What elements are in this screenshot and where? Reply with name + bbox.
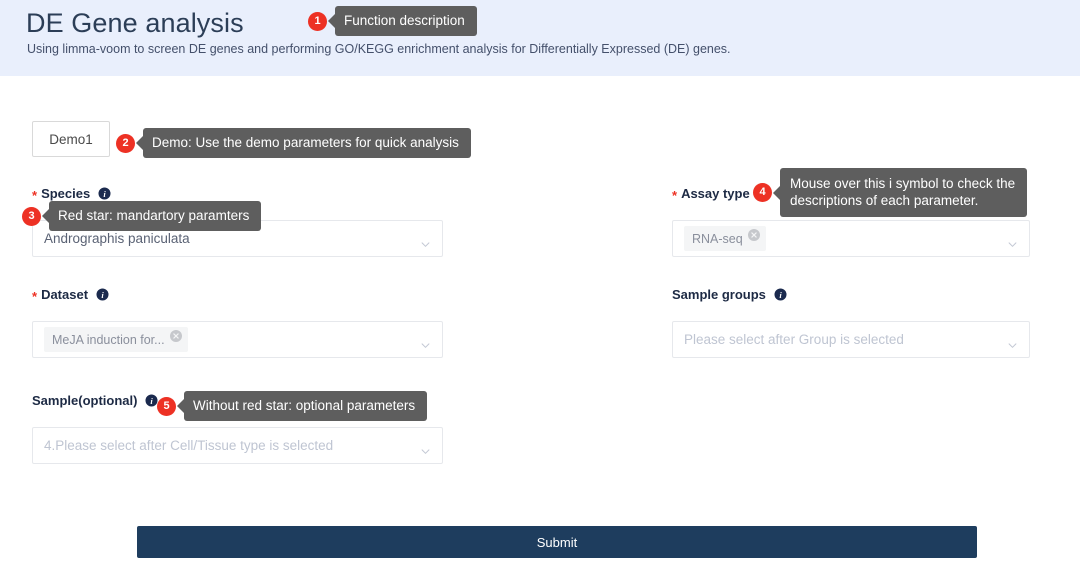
field-label-dataset-text: Dataset [41,286,89,302]
callout-badge-2: 2 [116,133,135,153]
sample-select[interactable]: 4.Please select after Cell/Tissue type i… [32,427,443,464]
field-label-species: * Species i [32,184,443,202]
field-label-assay-type-text: Assay type [681,185,750,201]
required-star-icon: * [32,187,38,203]
callout-tooltip-4: Mouse over this i symbol to check the de… [780,168,1028,217]
callout-2: 2 Demo: Use the demo parameters for quic… [116,128,471,158]
field-label-sample-text: Sample(optional) [32,392,138,408]
chevron-down-icon [421,236,430,247]
page-subtitle: Using limma-voom to screen DE genes and … [27,42,731,56]
callout-tooltip-1: Function description [335,6,477,36]
dataset-chip: MeJA induction for... [44,327,188,352]
assay-type-select[interactable]: RNA-seq [672,220,1030,257]
callout-tooltip-5: Without red star: optional parameters [184,391,428,421]
page-title: DE Gene analysis [26,8,244,38]
sample-groups-select[interactable]: Please select after Group is selected [672,321,1030,358]
sample-groups-select-placeholder: Please select after Group is selected [684,332,904,347]
species-select-value: Andrographis paniculata [44,231,190,246]
close-circle-icon[interactable] [747,228,760,241]
dataset-select[interactable]: MeJA induction for... [32,321,443,358]
field-label-species-text: Species [41,185,91,201]
field-label-dataset: * Dataset i [32,285,443,303]
callout-badge-4: 4 [753,183,772,202]
field-label-sample-groups: Sample groups i [672,285,1030,303]
chevron-down-icon [421,443,430,454]
callout-5: 5 Without red star: optional parameters [157,391,428,421]
field-dataset: * Dataset i MeJA induction for... [32,285,443,358]
callout-tooltip-2: Demo: Use the demo parameters for quick … [143,128,471,158]
dataset-chip-label: MeJA induction for... [52,332,165,347]
close-circle-icon[interactable] [169,329,182,342]
callout-1: 1 Function description [308,6,477,36]
callout-tooltip-3: Red star: mandartory paramters [49,201,262,231]
sample-select-placeholder: 4.Please select after Cell/Tissue type i… [44,438,334,453]
info-icon[interactable]: i [96,287,109,301]
callout-badge-5: 5 [157,396,176,416]
chevron-down-icon [421,337,430,348]
required-star-icon: * [32,288,38,304]
chevron-down-icon [1008,236,1017,247]
callout-badge-1: 1 [308,11,327,31]
tooltip-arrow-icon [136,136,143,150]
field-sample-groups: Sample groups i Please select after Grou… [672,285,1030,358]
tooltip-arrow-icon [328,14,335,28]
info-icon[interactable]: i [98,186,111,200]
page-header-band: DE Gene analysis Using limma-voom to scr… [0,0,1080,76]
assay-type-chip-label: RNA-seq [692,231,743,246]
chevron-down-icon [1008,337,1017,348]
callout-3: 3 Red star: mandartory paramters [22,201,262,231]
assay-type-chip: RNA-seq [684,226,766,251]
field-label-sample-groups-text: Sample groups [672,286,766,302]
required-star-icon: * [672,187,678,203]
demo1-button[interactable]: Demo1 [32,121,110,157]
tooltip-arrow-icon [773,185,780,200]
submit-button[interactable]: Submit [137,526,977,558]
tooltip-arrow-icon [42,209,49,223]
tooltip-arrow-icon [177,399,184,413]
callout-badge-3: 3 [22,206,41,226]
callout-4: 4 Mouse over this i symbol to check the … [753,168,1028,217]
info-icon[interactable]: i [774,287,787,301]
